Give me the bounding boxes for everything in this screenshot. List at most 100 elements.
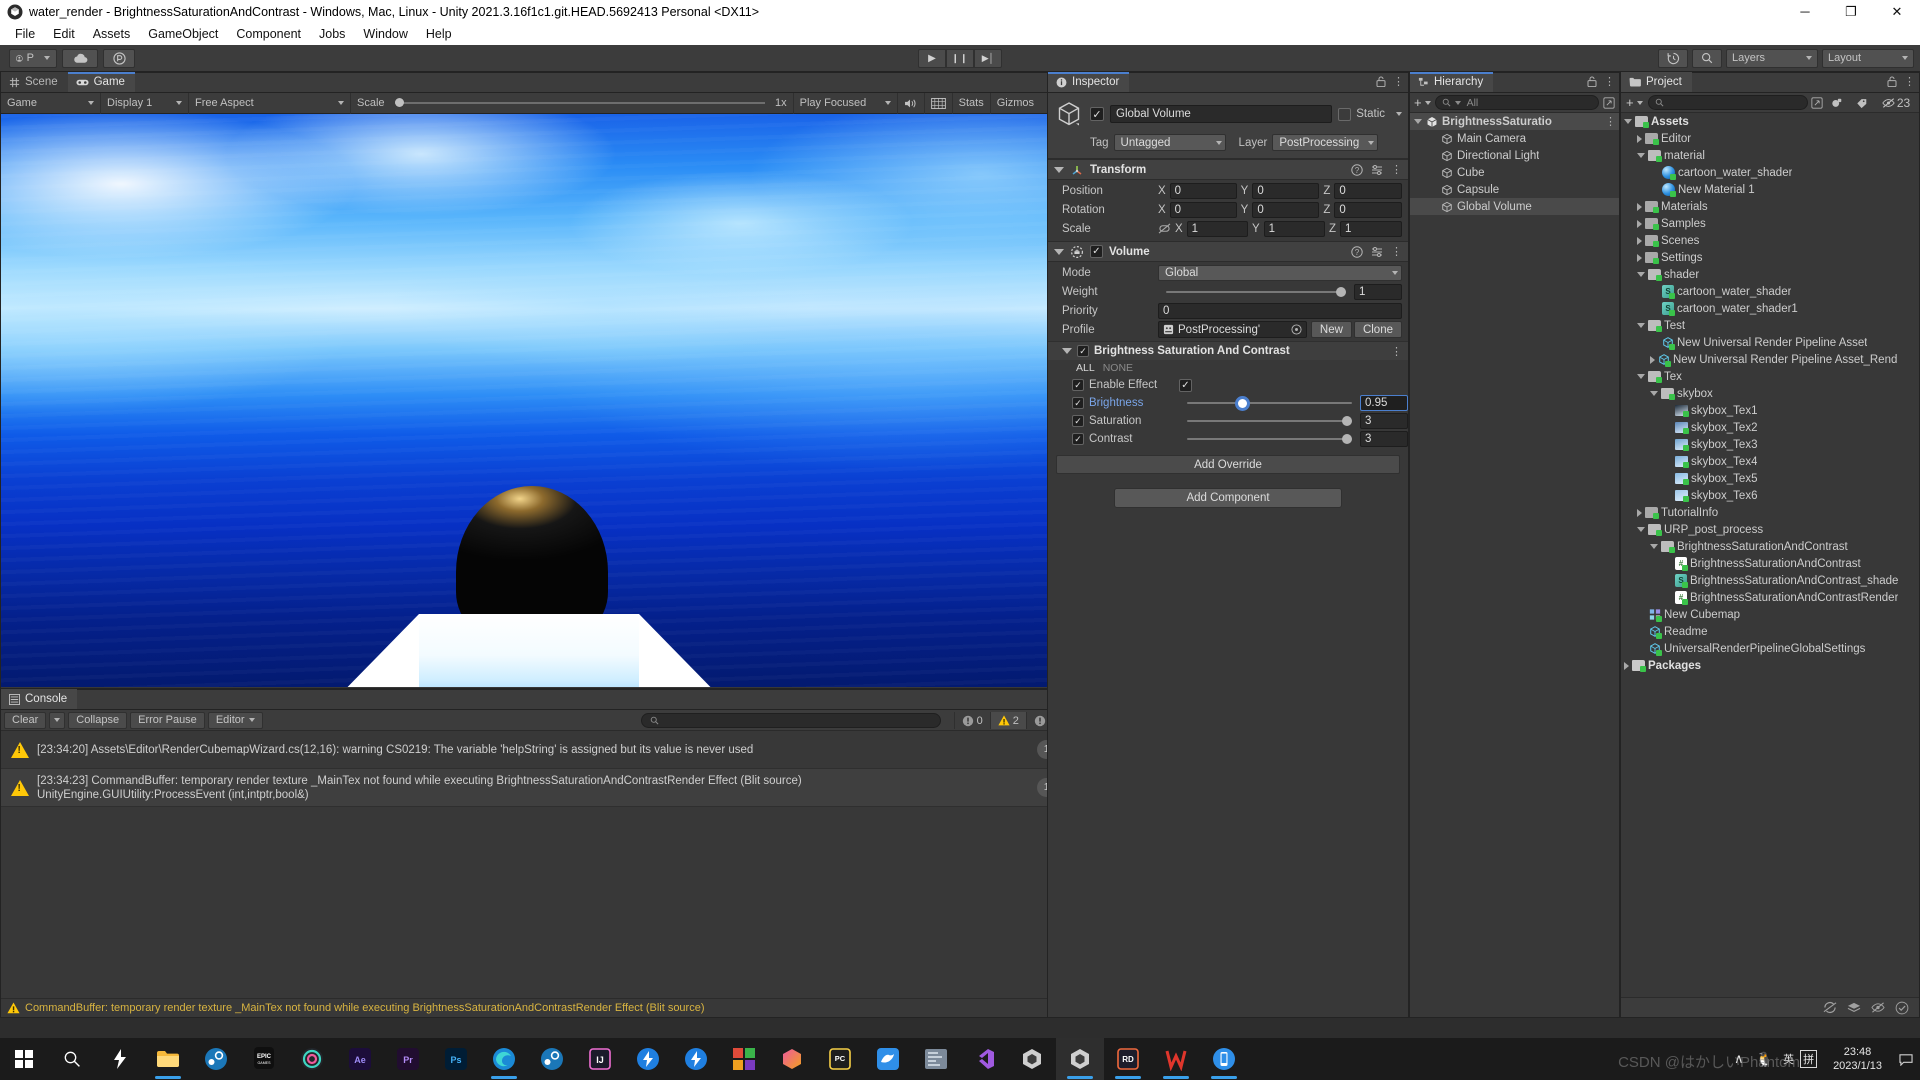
foldout-arrow-icon[interactable] <box>1054 248 1064 255</box>
info-count[interactable]: 0 <box>953 712 990 729</box>
brightness-field[interactable]: 0.95 <box>1360 395 1408 411</box>
hierarchy-item-main-camera[interactable]: Main Camera <box>1410 130 1619 147</box>
taskbar-blue-app-2[interactable] <box>672 1038 720 1080</box>
gameobject-name-field[interactable]: Global Volume <box>1110 105 1333 123</box>
project-item-skybox-tex1[interactable]: skybox_Tex1 <box>1621 402 1919 419</box>
lock-icon[interactable] <box>1887 76 1897 87</box>
taskbar-intellij-idea[interactable]: IJ <box>576 1038 624 1080</box>
transform-component-header[interactable]: Transform ? ⋮ <box>1048 159 1408 180</box>
search-button[interactable] <box>1692 48 1722 68</box>
project-item-packages[interactable]: Packages <box>1621 657 1919 674</box>
editor-dropdown[interactable]: Editor <box>207 711 263 729</box>
rotation-x-field[interactable]: 0 <box>1169 201 1237 218</box>
project-item-new-cubemap[interactable]: New Cubemap <box>1621 606 1919 623</box>
project-item-cartoon-water-shader1[interactable]: Scartoon_water_shader1 <box>1621 300 1919 317</box>
taskbar-unity-editor[interactable] <box>1008 1038 1056 1080</box>
create-asset-button[interactable]: + <box>1624 95 1645 110</box>
hierarchy-search-input[interactable]: All <box>1434 95 1599 110</box>
hierarchy-item-brightnesssaturatio[interactable]: BrightnessSaturatio ⋮ <box>1410 113 1619 130</box>
layout-dropdown[interactable]: Layout <box>1822 48 1914 68</box>
gameobject-enabled-checkbox[interactable]: ✓ <box>1090 107 1104 121</box>
gizmos-button[interactable]: Gizmos <box>991 93 1040 114</box>
maximize-button[interactable]: ❐ <box>1828 0 1874 23</box>
menu-item-component[interactable]: Component <box>227 25 310 43</box>
weight-field[interactable]: 1 <box>1354 283 1402 300</box>
clock[interactable]: 23:48 2023/1/13 <box>1823 1045 1892 1073</box>
hierarchy-item-directional-light[interactable]: Directional Light <box>1410 147 1619 164</box>
display-dropdown[interactable]: Display 1 <box>101 92 189 114</box>
menu-item-file[interactable]: File <box>6 25 44 43</box>
scale-knob[interactable] <box>394 98 404 107</box>
foldout-arrow-icon[interactable] <box>1624 119 1632 124</box>
foldout-arrow-icon[interactable] <box>1650 544 1658 549</box>
taskbar-photoshop[interactable]: Ps <box>432 1038 480 1080</box>
project-item-skybox-tex3[interactable]: skybox_Tex3 <box>1621 436 1919 453</box>
contrast-slider[interactable] <box>1187 434 1352 444</box>
menu-item-jobs[interactable]: Jobs <box>310 25 354 43</box>
foldout-arrow-icon[interactable] <box>1637 253 1642 262</box>
contrast-field[interactable]: 3 <box>1360 431 1408 447</box>
position-x-field[interactable]: 0 <box>1169 182 1237 199</box>
project-item-universalrenderpipelineglobalsettings[interactable]: UniversalRenderPipelineGlobalSettings <box>1621 640 1919 657</box>
foldout-arrow-icon[interactable] <box>1414 119 1422 124</box>
static-checkbox[interactable] <box>1338 107 1352 121</box>
tab-scene[interactable]: Scene <box>1 72 68 92</box>
taskbar-blender-app[interactable] <box>768 1038 816 1080</box>
foldout-arrow-icon[interactable] <box>1637 508 1642 517</box>
tab-console[interactable]: Console <box>1 689 78 709</box>
warning-count[interactable]: 2 <box>989 712 1026 729</box>
static-toggle[interactable]: Static <box>1338 107 1402 121</box>
project-item-urp-post-process[interactable]: URP_post_process <box>1621 521 1919 538</box>
profile-object-field[interactable]: PostProcessing' <box>1158 321 1307 338</box>
menu-item-edit[interactable]: Edit <box>44 25 84 43</box>
lock-icon[interactable] <box>1376 76 1386 87</box>
stats-button[interactable]: Stats <box>953 92 991 114</box>
taskbar-editor-app[interactable] <box>912 1038 960 1080</box>
foldout-arrow-icon[interactable] <box>1650 391 1658 396</box>
brightness-slider-knob[interactable] <box>1238 398 1248 408</box>
account-button[interactable]: P <box>9 48 57 68</box>
project-item-scenes[interactable]: Scenes <box>1621 232 1919 249</box>
scale-y-field[interactable]: 1 <box>1263 220 1325 237</box>
label-filter-button[interactable] <box>1851 95 1873 111</box>
preset-icon[interactable] <box>1371 246 1383 258</box>
enable-effect-checkbox[interactable]: ✓ <box>1179 378 1192 392</box>
game-render-canvas[interactable] <box>1 114 1064 687</box>
saturation-slider-knob[interactable] <box>1342 416 1352 426</box>
project-item-materials[interactable]: Materials <box>1621 198 1919 215</box>
scale-track[interactable] <box>394 98 766 107</box>
contrast-slider-knob[interactable] <box>1342 434 1352 444</box>
foldout-arrow-icon[interactable] <box>1624 661 1629 670</box>
play-mode-dropdown[interactable]: Play Focused <box>794 92 898 114</box>
project-item-cartoon-water-shader[interactable]: Scartoon_water_shader <box>1621 283 1919 300</box>
all-button[interactable]: ALL <box>1076 362 1095 374</box>
taskbar-unity-editor-active[interactable] <box>1056 1038 1104 1080</box>
project-item-tutorialinfo[interactable]: TutorialInfo <box>1621 504 1919 521</box>
menu-item-assets[interactable]: Assets <box>84 25 140 43</box>
position-z-field[interactable]: 0 <box>1334 182 1403 199</box>
project-item-skybox-tex5[interactable]: skybox_Tex5 <box>1621 470 1919 487</box>
position-y-field[interactable]: 0 <box>1252 182 1320 199</box>
error-pause-button[interactable]: Error Pause <box>130 711 205 729</box>
cloud-button[interactable] <box>62 48 98 68</box>
foldout-arrow-icon[interactable] <box>1637 219 1642 228</box>
project-item-skybox-tex4[interactable]: skybox_Tex4 <box>1621 453 1919 470</box>
kebab-icon[interactable]: ⋮ <box>1393 75 1404 88</box>
hierarchy-item-cube[interactable]: Cube <box>1410 164 1619 181</box>
minimize-button[interactable]: ─ <box>1782 0 1828 23</box>
collab-button[interactable] <box>103 48 135 68</box>
taskbar-phone-link[interactable] <box>1200 1038 1248 1080</box>
hierarchy-item-capsule[interactable]: Capsule <box>1410 181 1619 198</box>
step-button[interactable]: ▶│ <box>974 48 1002 68</box>
override-checkbox[interactable]: ✓ <box>1072 415 1084 427</box>
scale-z-field[interactable]: 1 <box>1340 220 1402 237</box>
console-search-input[interactable] <box>641 713 941 728</box>
clear-dropdown[interactable] <box>49 711 66 729</box>
taskbar-bird-app[interactable] <box>864 1038 912 1080</box>
foldout-arrow-icon[interactable] <box>1637 374 1645 379</box>
tab-inspector[interactable]: Inspector <box>1048 72 1130 92</box>
override-checkbox[interactable]: ✓ <box>1072 397 1084 409</box>
foldout-arrow-icon[interactable] <box>1650 355 1655 364</box>
project-item-new-material-1[interactable]: New Material 1 <box>1621 181 1919 198</box>
layers-dropdown[interactable]: Layers <box>1726 48 1818 68</box>
